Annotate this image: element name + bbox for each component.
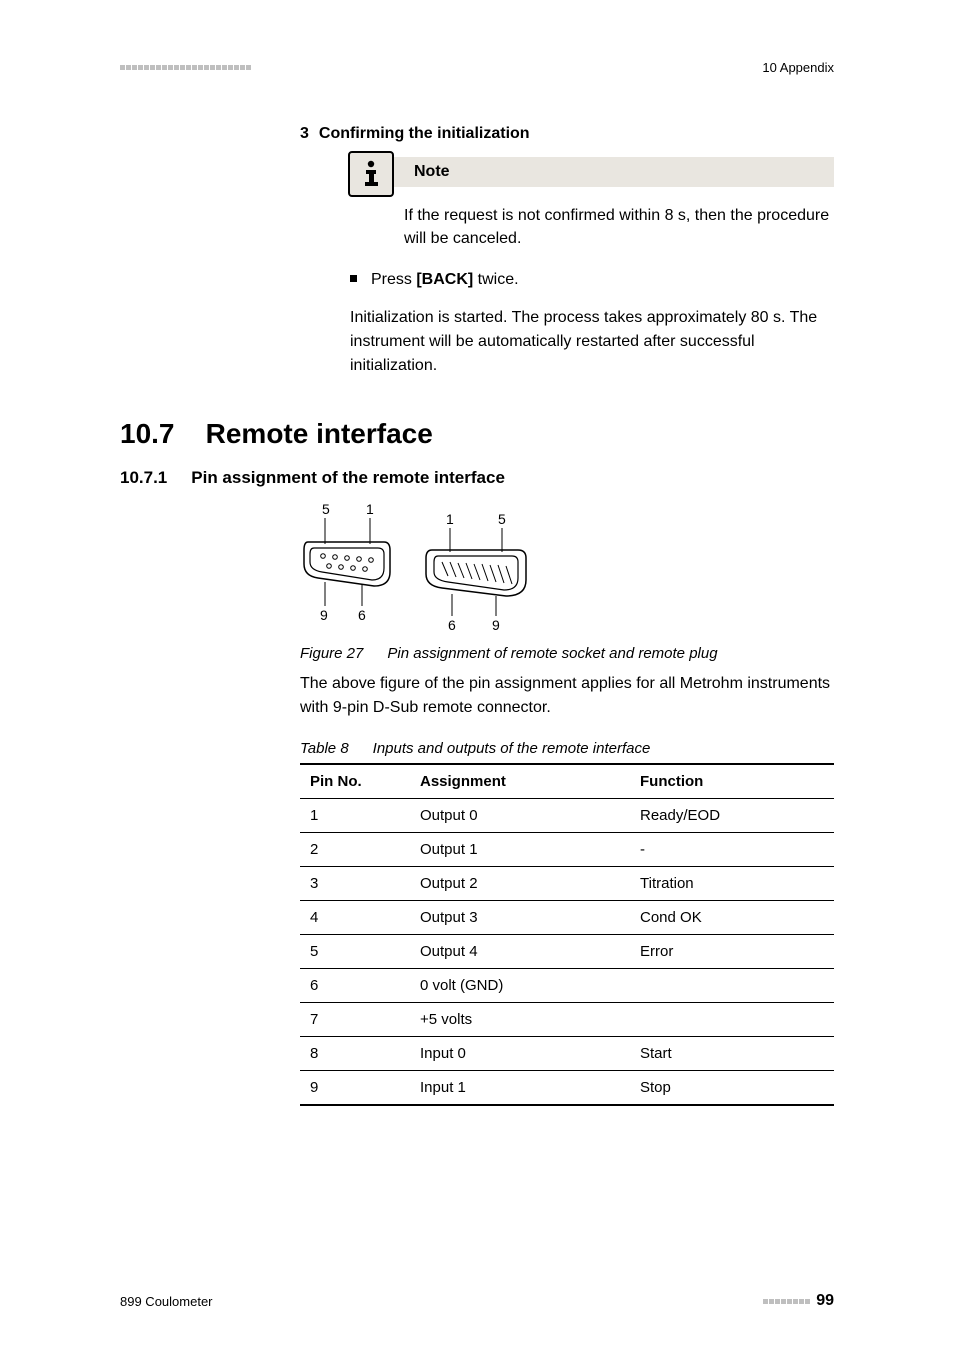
header-bar: 10 Appendix [120, 60, 834, 75]
instruction-bullet: Press [BACK] twice. [350, 268, 834, 291]
table-header-row: Pin No. Assignment Function [300, 764, 834, 799]
footer-bar: 899 Coulometer 99 [120, 1252, 834, 1310]
bullet-square-icon [350, 275, 357, 282]
subsection-number: 10.7.1 [120, 468, 167, 488]
section-number: 10.7 [120, 418, 175, 449]
step-title: Confirming the initialization [319, 125, 530, 143]
footer-product: 899 Coulometer [120, 1294, 213, 1309]
table-row: 2Output 1- [300, 832, 834, 866]
pin-table: Pin No. Assignment Function 1Output 0Rea… [300, 763, 834, 1106]
pin-label: 1 [446, 511, 454, 527]
col-pin: Pin No. [300, 764, 410, 799]
note-box: Note If the request is not confirmed wit… [350, 157, 834, 250]
pin-label: 9 [492, 617, 500, 632]
step-paragraph: Initialization is started. The process t… [350, 306, 834, 378]
table-label: Table 8 [300, 740, 349, 757]
table-row: 60 volt (GND) [300, 968, 834, 1002]
pin-label: 9 [320, 607, 328, 623]
step-heading: 3 Confirming the initialization [300, 125, 834, 143]
col-function: Function [630, 764, 834, 799]
table-row: 7+5 volts [300, 1002, 834, 1036]
figure-label: Figure 27 [300, 645, 363, 662]
footer-ornament-right [763, 1299, 810, 1304]
section-heading: 10.7 Remote interface [120, 418, 834, 450]
figure-connector-diagram: 5 1 9 6 1 5 [300, 502, 834, 637]
table-row: 1Output 0Ready/EOD [300, 798, 834, 832]
table-row: 4Output 3Cond OK [300, 900, 834, 934]
figure-caption-text: Pin assignment of remote socket and remo… [387, 645, 717, 662]
info-icon [348, 151, 394, 197]
table-row: 8Input 0Start [300, 1036, 834, 1070]
body-paragraph: The above figure of the pin assignment a… [300, 672, 834, 720]
step-number: 3 [300, 125, 309, 143]
col-assignment: Assignment [410, 764, 630, 799]
pin-label: 5 [322, 502, 330, 517]
table-caption-text: Inputs and outputs of the remote interfa… [373, 740, 651, 757]
subsection-title: Pin assignment of the remote interface [191, 468, 505, 488]
note-text: If the request is not confirmed within 8… [404, 185, 834, 250]
figure-caption: Figure 27 Pin assignment of remote socke… [300, 645, 834, 662]
table-row: 5Output 4Error [300, 934, 834, 968]
subsection-heading: 10.7.1 Pin assignment of the remote inte… [120, 468, 834, 488]
pin-label: 1 [366, 502, 374, 517]
table-row: 9Input 1Stop [300, 1070, 834, 1105]
table-caption: Table 8 Inputs and outputs of the remote… [300, 740, 834, 757]
pin-label: 6 [358, 607, 366, 623]
header-ornament-left [120, 65, 251, 70]
page-number: 99 [816, 1292, 834, 1310]
section-title: Remote interface [206, 418, 433, 449]
table-row: 3Output 2Titration [300, 866, 834, 900]
pin-label: 5 [498, 511, 506, 527]
breadcrumb: 10 Appendix [762, 60, 834, 75]
note-label: Note [350, 157, 834, 187]
pin-label: 6 [448, 617, 456, 632]
instruction-text: Press [BACK] twice. [371, 268, 519, 291]
